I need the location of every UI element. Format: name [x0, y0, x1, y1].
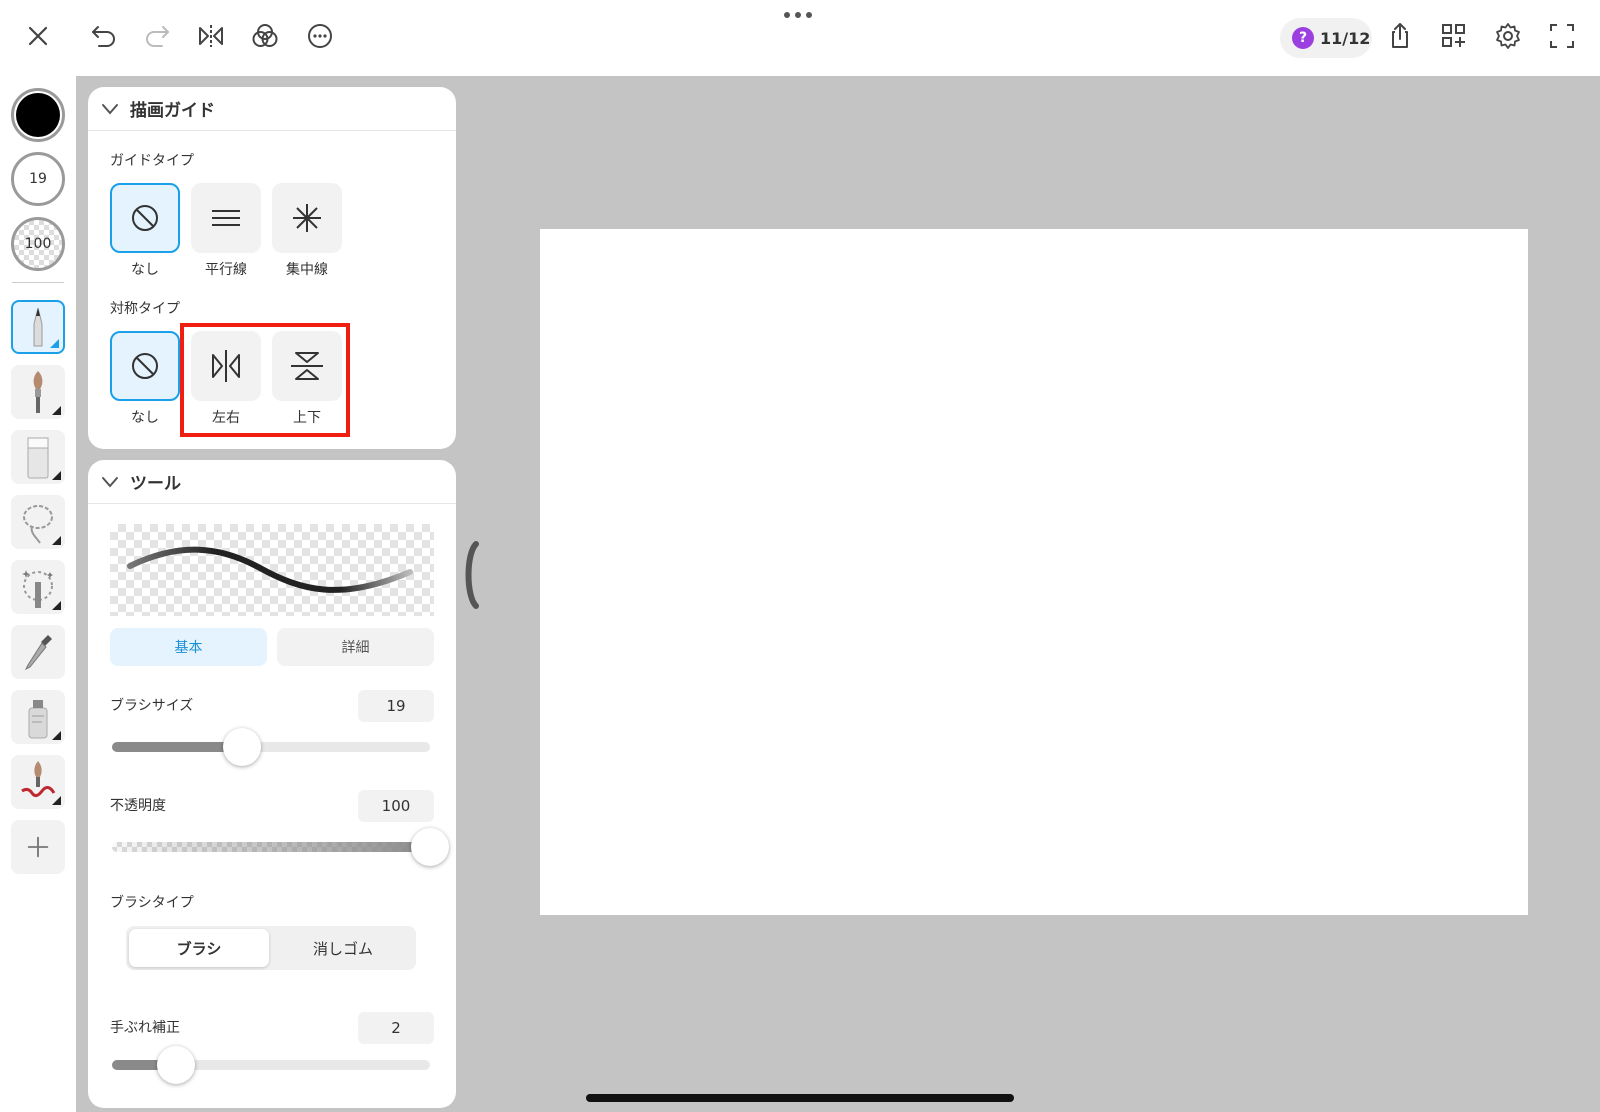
fullscreen-icon[interactable] — [1542, 16, 1582, 56]
brush-slot-pen[interactable] — [11, 300, 65, 354]
brush-type-label: ブラシタイプ — [110, 895, 194, 911]
symmetry-option-label: 左右 — [212, 410, 240, 426]
tool-panel: ツール 基本 詳細 ブラシサイズ 19 不透明度 100 ブラシタイプ ブラシ … — [88, 460, 456, 1108]
symmetry-option-label: 上下 — [293, 410, 321, 426]
slider-knob[interactable] — [156, 1046, 195, 1084]
horizontal-symmetry-icon — [212, 350, 240, 382]
opacity-indicator[interactable]: 100 — [11, 217, 65, 271]
drawing-guide-header[interactable]: 描画ガイド — [88, 87, 456, 131]
add-brush-button[interactable] — [11, 820, 65, 874]
brush-slot-spray[interactable] — [11, 690, 65, 744]
vertical-symmetry-icon — [291, 352, 323, 380]
drawing-guide-title: 描画ガイド — [130, 101, 215, 121]
tab-detail[interactable]: 詳細 — [277, 628, 434, 666]
brush-type-brush[interactable]: ブラシ — [129, 929, 269, 967]
brush-corner-marker — [52, 796, 61, 805]
brush-corner-marker — [52, 601, 61, 610]
brush-corner-marker — [52, 471, 61, 480]
tool-strip: 19 100 — [0, 76, 76, 1112]
opacity-slider[interactable] — [112, 828, 449, 866]
drawing-guide-panel: 描画ガイド ガイドタイプ なし 平行線 集中線 対称タイプ なし 左右 上下 — [88, 87, 456, 449]
more-options-icon[interactable] — [300, 16, 340, 56]
guide-none-option[interactable] — [110, 183, 180, 253]
tab-basic[interactable]: 基本 — [110, 628, 267, 666]
symmetry-horizontal-option[interactable] — [191, 331, 261, 401]
current-color-dot — [16, 93, 60, 137]
stroke-preview-graphic — [127, 546, 413, 593]
brush-type-eraser[interactable]: 消しゴム — [273, 929, 413, 967]
brush-size-label: ブラシサイズ — [110, 698, 194, 714]
guide-parallel-option[interactable] — [191, 183, 261, 253]
guide-option-label: 平行線 — [205, 262, 247, 278]
redo-icon[interactable] — [137, 16, 177, 56]
chevron-down-icon — [102, 476, 118, 488]
brush-size-indicator[interactable]: 19 — [11, 152, 65, 206]
guide-option-label: 集中線 — [286, 262, 328, 278]
brush-slot-paintbrush[interactable] — [11, 365, 65, 419]
brush-size-value[interactable]: 19 — [358, 690, 434, 722]
none-icon — [132, 205, 158, 231]
guide-option-label: なし — [131, 262, 159, 278]
panel-collapse-handle[interactable] — [462, 540, 480, 610]
page-count: 11/12 — [1320, 28, 1371, 48]
home-indicator[interactable] — [586, 1094, 1014, 1102]
symmetry-option-label: なし — [131, 410, 159, 426]
strip-divider — [12, 282, 64, 283]
brush-type-segmented-control: ブラシ 消しゴム — [126, 926, 416, 970]
settings-gear-icon[interactable] — [1488, 16, 1528, 56]
brush-corner-marker — [52, 406, 61, 415]
page-indicator[interactable]: ? 11/12 — [1280, 18, 1372, 58]
help-icon: ? — [1292, 27, 1314, 49]
top-toolbar: ? 11/12 — [0, 0, 1600, 76]
share-icon[interactable] — [1380, 16, 1420, 56]
brush-size-slider[interactable] — [112, 728, 430, 766]
brush-slot-custom[interactable] — [11, 755, 65, 809]
brush-corner-marker — [52, 731, 61, 740]
brush-slot-eraser[interactable] — [11, 430, 65, 484]
none-icon — [132, 353, 158, 379]
brush-stroke-preview — [110, 524, 434, 616]
symmetry-vertical-option[interactable] — [272, 331, 342, 401]
guide-type-label: ガイドタイプ — [110, 153, 194, 169]
window-grabber-icon[interactable] — [784, 12, 812, 18]
opacity-value[interactable]: 100 — [358, 790, 434, 822]
eyedropper-icon — [24, 635, 52, 671]
radial-lines-icon — [293, 204, 321, 232]
slider-knob[interactable] — [223, 728, 262, 766]
brush-slot-lasso[interactable] — [11, 495, 65, 549]
tool-panel-title: ツール — [130, 474, 181, 494]
plus-icon — [27, 836, 49, 858]
mirror-icon[interactable] — [191, 16, 231, 56]
undo-icon[interactable] — [84, 16, 124, 56]
parallel-lines-icon — [212, 210, 240, 226]
stabilizer-label: 手ぶれ補正 — [110, 1020, 180, 1036]
guide-radial-option[interactable] — [272, 183, 342, 253]
tool-panel-header[interactable]: ツール — [88, 460, 456, 504]
symmetry-type-label: 対称タイプ — [110, 301, 180, 317]
symmetry-none-option[interactable] — [110, 331, 180, 401]
stabilizer-value[interactable]: 2 — [358, 1012, 434, 1044]
chevron-left-icon — [465, 541, 479, 609]
chevron-down-icon — [102, 103, 118, 115]
stabilizer-slider[interactable] — [112, 1046, 430, 1084]
slider-fill — [112, 842, 430, 852]
drawing-canvas[interactable] — [540, 229, 1528, 915]
layers-blend-icon[interactable] — [245, 16, 285, 56]
color-picker-swatch[interactable] — [11, 88, 65, 142]
brush-slot-eyedropper[interactable] — [11, 625, 65, 679]
close-icon[interactable] — [18, 16, 58, 56]
brush-corner-marker — [52, 536, 61, 545]
slider-knob[interactable] — [411, 828, 449, 866]
opacity-label: 不透明度 — [110, 798, 166, 814]
add-widget-icon[interactable] — [1434, 16, 1474, 56]
brush-slot-magic-wand[interactable] — [11, 560, 65, 614]
brush-corner-marker — [50, 339, 59, 348]
